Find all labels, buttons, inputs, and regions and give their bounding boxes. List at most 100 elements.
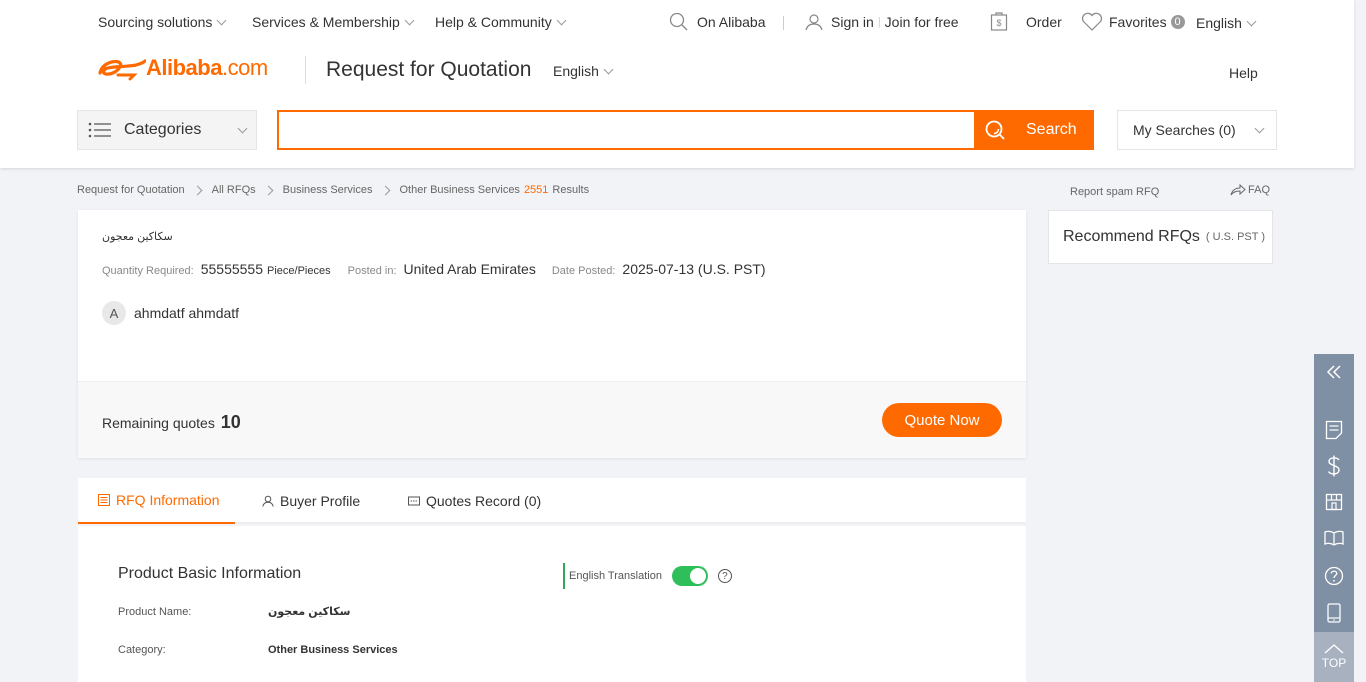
buyer-name: ahmdatf ahmdatf xyxy=(134,305,240,321)
alibaba-logo[interactable]: Alibaba .com xyxy=(96,55,268,81)
tab-quotes-record[interactable]: Quotes Record (0) xyxy=(408,478,541,524)
order-link[interactable]: $ Order xyxy=(990,12,1062,32)
rfq-information-panel: Product Basic Information English Transl… xyxy=(78,526,1026,682)
top-bar: Sourcing solutions Services & Membership… xyxy=(0,0,1354,44)
store-button[interactable] xyxy=(1314,484,1354,520)
chevron-right-icon xyxy=(192,185,203,195)
chevron-down-icon xyxy=(216,15,227,25)
rfq-meta: Quantity Required: 55555555 Piece/Pieces… xyxy=(102,261,766,277)
search-button[interactable]: Search xyxy=(974,110,1094,150)
document-icon xyxy=(98,494,110,506)
pricing-button[interactable] xyxy=(1314,448,1354,484)
breadcrumb-item[interactable]: All RFQs xyxy=(212,184,256,196)
mobile-app-button[interactable] xyxy=(1314,595,1354,631)
alibaba-logo-icon xyxy=(98,59,146,81)
categories-dropdown[interactable]: Categories xyxy=(77,110,257,150)
quote-now-button[interactable]: Quote Now xyxy=(882,403,1002,437)
help-community-label: Help & Community xyxy=(435,14,552,30)
search-button-label: Search xyxy=(1026,121,1077,138)
my-searches-label: My Searches (0) xyxy=(1133,122,1236,138)
rfq-language-selector[interactable]: English xyxy=(553,63,614,79)
separator: | xyxy=(877,16,881,28)
share-arrow-icon xyxy=(1230,184,1246,196)
category-value: Other Business Services xyxy=(268,644,398,656)
divider xyxy=(305,56,306,84)
svg-text:$: $ xyxy=(996,18,1001,28)
help-icon[interactable]: ? xyxy=(717,569,732,583)
chevron-down-icon xyxy=(603,64,614,74)
translation-label: English Translation xyxy=(569,570,662,582)
chevron-down-icon xyxy=(404,15,415,25)
rfq-list-button[interactable] xyxy=(1314,412,1354,448)
my-searches-dropdown[interactable]: My Searches (0) xyxy=(1117,110,1277,150)
search-input[interactable] xyxy=(277,110,975,150)
avatar: A xyxy=(102,301,126,325)
help-button[interactable] xyxy=(1314,558,1354,594)
language-selector[interactable]: English xyxy=(1196,15,1257,31)
dollar-icon xyxy=(1327,455,1340,477)
sourcing-solutions-label: Sourcing solutions xyxy=(98,14,213,30)
back-to-top-button[interactable]: TOP xyxy=(1314,632,1354,682)
results-label: Results xyxy=(552,184,590,196)
order-icon: $ xyxy=(990,12,1008,31)
remaining-quotes: Remaining quotes 10 xyxy=(102,412,241,433)
collapse-button[interactable] xyxy=(1314,354,1354,390)
posted-label: Posted in: xyxy=(347,265,397,277)
chevron-down-icon xyxy=(237,123,248,133)
search-icon xyxy=(669,12,688,31)
chevron-right-icon xyxy=(380,185,390,195)
sourcing-solutions-menu[interactable]: Sourcing solutions xyxy=(98,14,227,30)
posted-value: United Arab Emirates xyxy=(403,261,536,277)
faq-link[interactable]: FAQ xyxy=(1230,184,1270,196)
mobile-phone-icon xyxy=(1327,603,1341,623)
tab-label: Quotes Record (0) xyxy=(426,493,542,509)
remaining-count: 10 xyxy=(220,412,241,432)
join-free-link[interactable]: Join for free xyxy=(885,14,959,30)
guide-button[interactable] xyxy=(1314,520,1354,556)
help-community-menu[interactable]: Help & Community xyxy=(435,14,567,30)
rfq-card: سكاكين معجون Quantity Required: 55555555… xyxy=(78,210,1026,458)
on-alibaba-label: On Alibaba xyxy=(697,14,766,30)
on-alibaba-link[interactable]: On Alibaba xyxy=(669,12,766,32)
page-title: Request for Quotation xyxy=(326,58,532,81)
product-name-value: سكاكين معجون xyxy=(268,606,351,618)
services-membership-menu[interactable]: Services & Membership xyxy=(252,14,415,30)
sign-in-link[interactable]: Sign in xyxy=(831,14,874,30)
list-icon xyxy=(88,122,111,138)
recommend-timezone: ( U.S. PST ) xyxy=(1205,231,1266,243)
quote-record-icon xyxy=(408,496,420,506)
quantity-unit: Piece/Pieces xyxy=(267,265,331,277)
tab-rfq-information[interactable]: RFQ Information xyxy=(78,478,236,524)
faq-label: FAQ xyxy=(1248,184,1271,196)
chevron-up-icon xyxy=(1324,644,1344,654)
help-link[interactable]: Help xyxy=(1229,65,1258,81)
breadcrumb-item[interactable]: Business Services xyxy=(283,184,373,196)
user-icon xyxy=(805,14,823,31)
double-chevron-left-icon xyxy=(1326,365,1341,379)
back-to-top-label: TOP xyxy=(1321,656,1347,670)
document-icon xyxy=(1325,420,1343,440)
results-count: 2551 xyxy=(523,184,549,196)
heart-icon xyxy=(1081,12,1103,31)
breadcrumb-current: Other Business Services xyxy=(399,184,520,196)
breadcrumb-item[interactable]: Request for Quotation xyxy=(77,184,185,196)
quantity-label: Quantity Required: xyxy=(102,265,194,277)
tab-buyer-profile[interactable]: Buyer Profile xyxy=(262,478,360,524)
favorites-link[interactable]: Favorites 0 xyxy=(1081,12,1185,32)
store-icon xyxy=(1325,493,1343,511)
detail-tabs: RFQ Information Buyer Profile Quotes Rec… xyxy=(78,478,1026,524)
question-icon xyxy=(1324,566,1344,586)
report-spam-link[interactable]: Report spam RFQ xyxy=(1070,186,1159,198)
chevron-right-icon xyxy=(263,185,274,195)
quote-bar: Remaining quotes 10 Quote Now xyxy=(78,381,1026,458)
chevron-down-icon xyxy=(1254,123,1265,133)
book-icon xyxy=(1324,530,1344,546)
services-membership-label: Services & Membership xyxy=(252,14,400,30)
category-label: Category: xyxy=(118,644,166,656)
translation-toggle[interactable] xyxy=(671,566,708,586)
breadcrumb: Request for Quotation All RFQs Business … xyxy=(77,184,589,196)
tab-label: RFQ Information xyxy=(116,492,220,508)
account-links: Sign in | Join for free xyxy=(805,13,959,31)
chevron-down-icon xyxy=(1246,16,1257,26)
rfq-title: سكاكين معجون xyxy=(102,231,173,243)
